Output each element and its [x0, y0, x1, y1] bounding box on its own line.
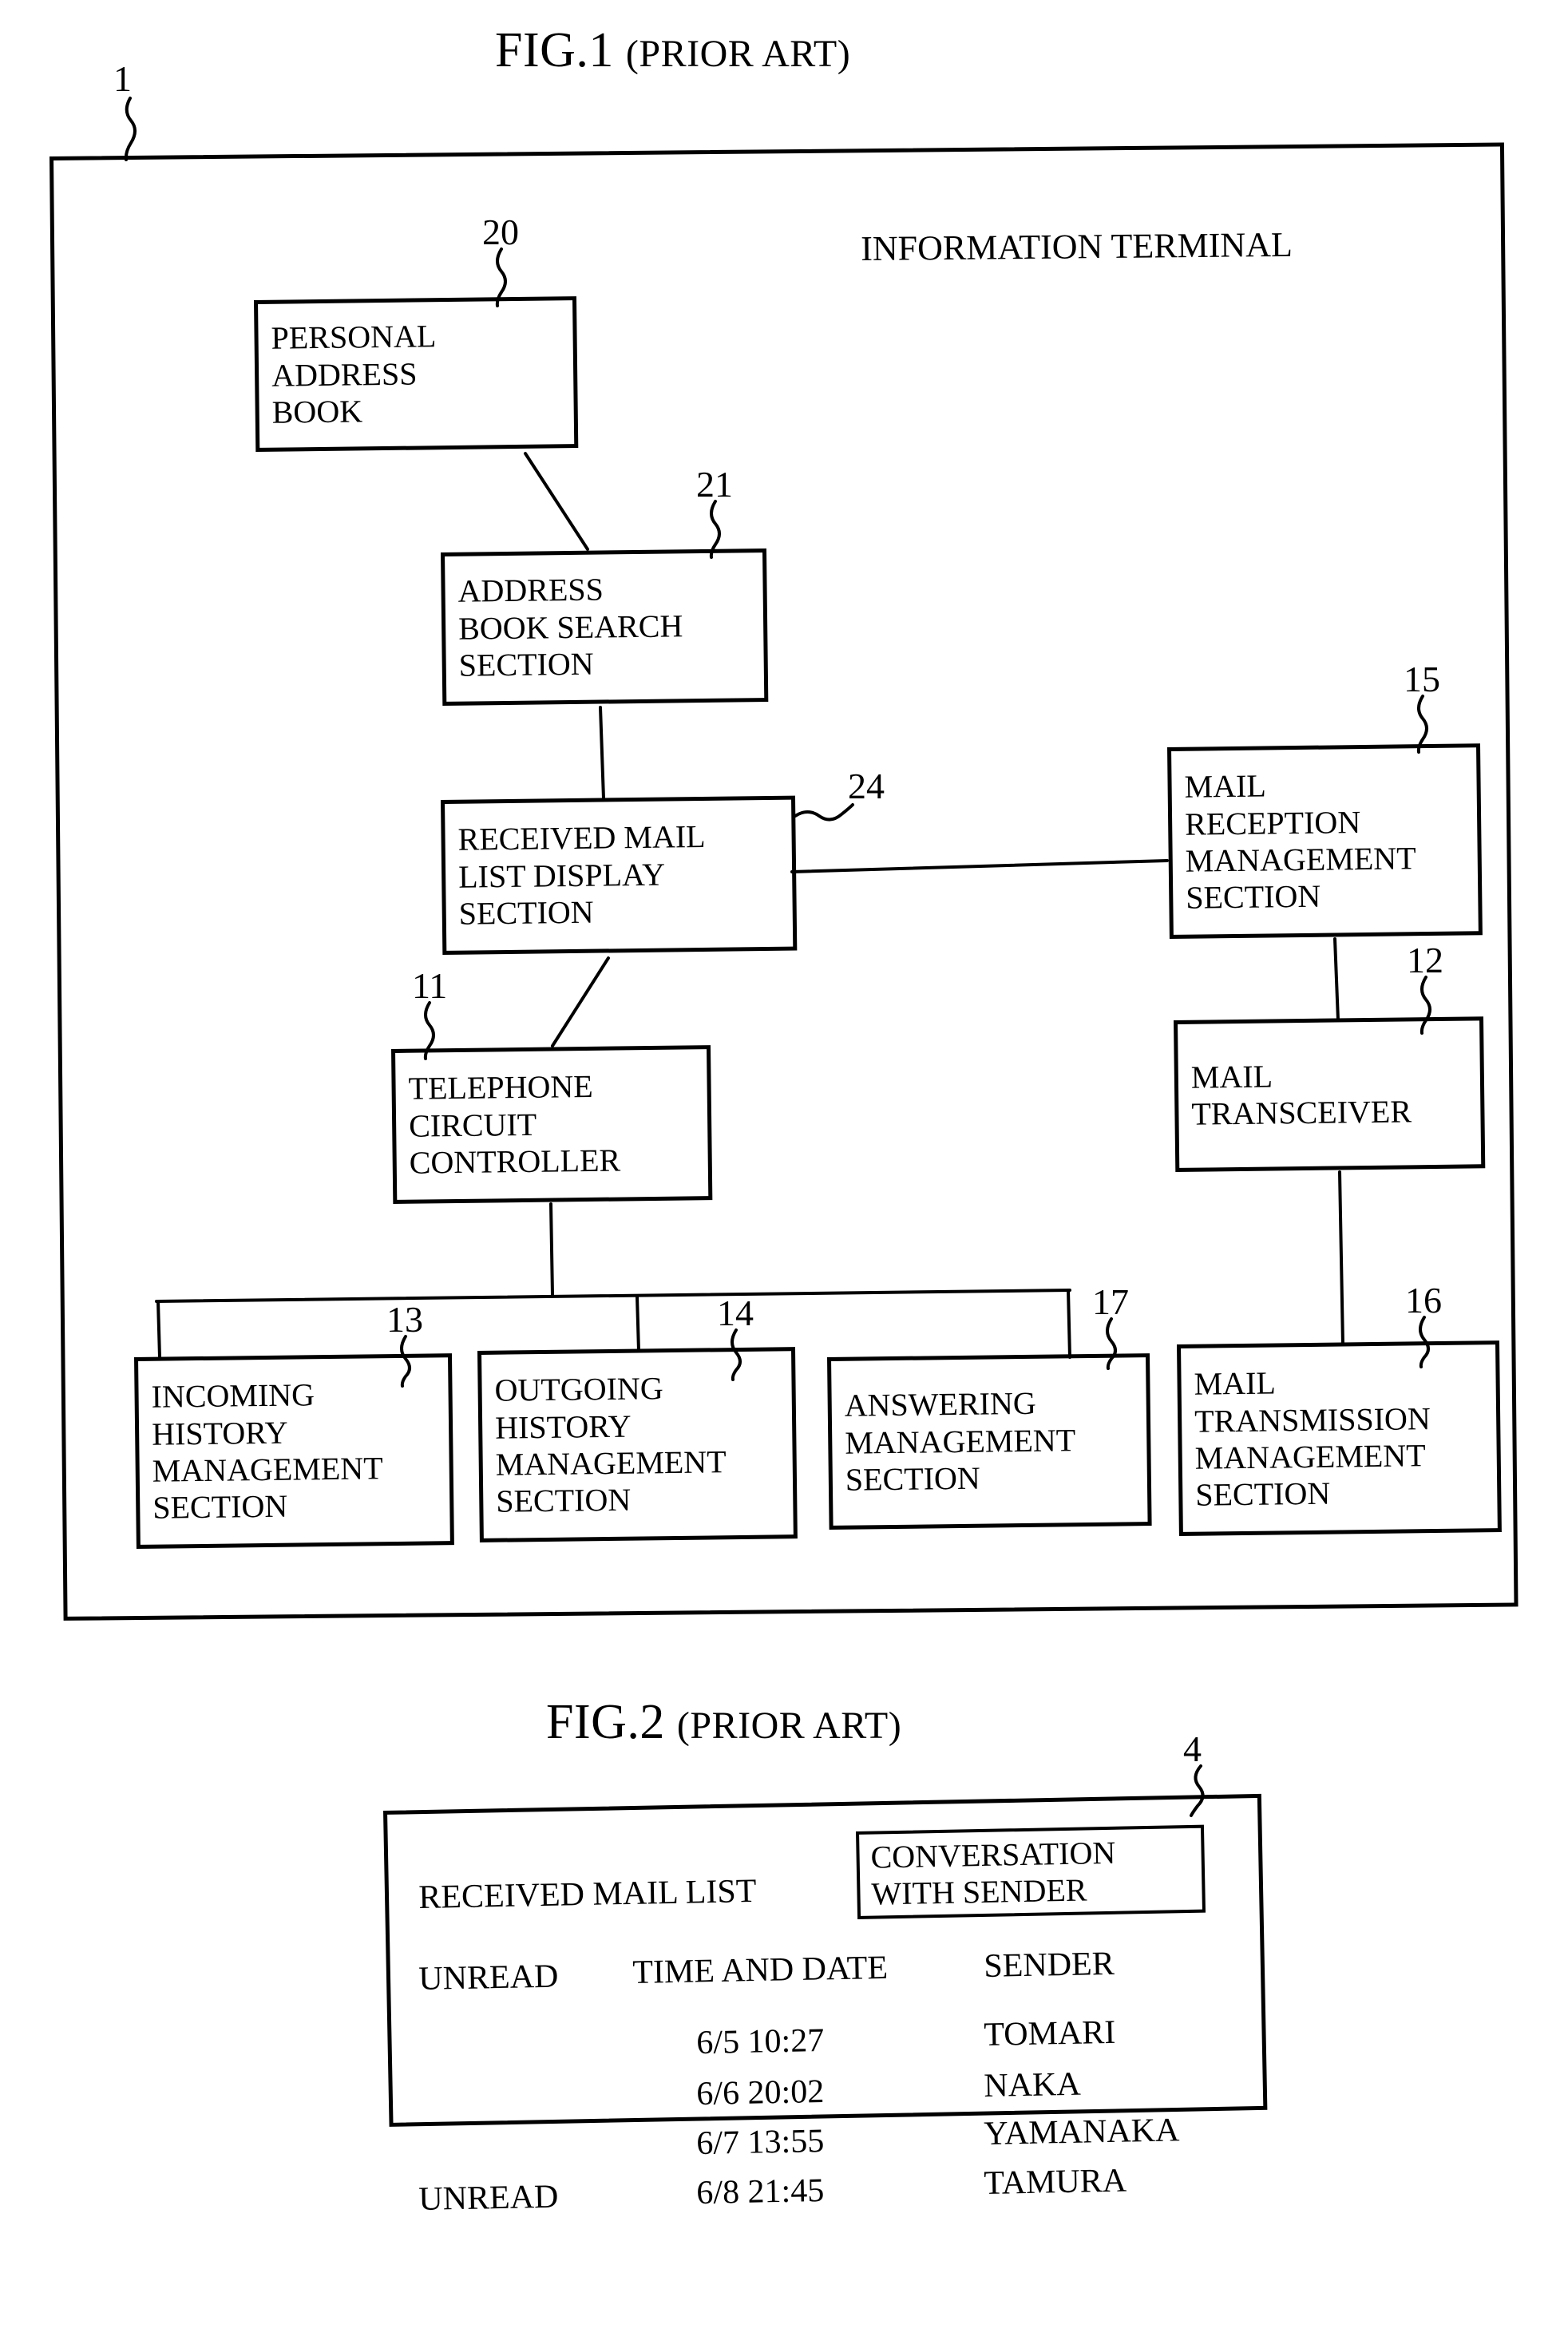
reference-numeral-21: 21 [696, 464, 733, 505]
figure1-title: FIG.1 (PRIOR ART) [495, 26, 850, 75]
block-mail-transceiver: MAIL TRANSCEIVER [1174, 1016, 1486, 1172]
reference-numeral-20: 20 [482, 212, 519, 252]
block-answering-management-section: ANSWERING MANAGEMENT SECTION [827, 1353, 1152, 1530]
reference-numeral-16: 16 [1405, 1280, 1442, 1321]
conversation-with-sender-button[interactable]: CONVERSATION WITH SENDER [856, 1824, 1206, 1919]
block-mail-transceiver-label: MAIL TRANSCEIVER [1190, 1058, 1412, 1132]
figure2-title-suffix: (PRIOR ART) [676, 1705, 902, 1747]
block-telephone-circuit-controller-label: TELEPHONE CIRCUIT CONTROLLER [408, 1068, 621, 1181]
column-header-time-and-date: TIME AND DATE [632, 1949, 889, 1991]
received-mail-list-heading: RECEIVED MAIL LIST [418, 1872, 757, 1916]
figure1-title-suffix: (PRIOR ART) [625, 33, 851, 75]
block-received-mail-list-display-section-label: RECEIVED MAIL LIST DISPLAY SECTION [457, 818, 706, 932]
block-telephone-circuit-controller: TELEPHONE CIRCUIT CONTROLLER [391, 1045, 713, 1204]
conversation-with-sender-button-label: CONVERSATION WITH SENDER [870, 1834, 1116, 1912]
figure1-title-number: FIG.1 [495, 23, 614, 77]
block-mail-transmission-management-section: MAIL TRANSMISSION MANAGEMENT SECTION [1177, 1340, 1502, 1536]
reference-numeral-4: 4 [1183, 1728, 1202, 1769]
mail-row-unread-4: UNREAD [418, 2178, 559, 2218]
reference-numeral-17: 17 [1092, 1281, 1129, 1322]
mail-row-time-3[interactable]: 6/7 13:55 [696, 2123, 825, 2162]
reference-numeral-13: 13 [386, 1299, 423, 1340]
figure2-title-number: FIG.2 [546, 1695, 665, 1749]
column-header-unread: UNREAD [418, 1958, 559, 1998]
block-personal-address-book-label: PERSONAL ADDRESS BOOK [271, 318, 437, 430]
block-outgoing-history-management-section-label: OUTGOING HISTORY MANAGEMENT SECTION [494, 1370, 727, 1520]
mail-row-time-4[interactable]: 6/8 21:45 [696, 2172, 825, 2211]
block-answering-management-section-label: ANSWERING MANAGEMENT SECTION [844, 1385, 1076, 1498]
block-outgoing-history-management-section: OUTGOING HISTORY MANAGEMENT SECTION [477, 1347, 798, 1542]
column-header-sender: SENDER [983, 1945, 1115, 1985]
block-mail-transmission-management-section-label: MAIL TRANSMISSION MANAGEMENT SECTION [1194, 1364, 1431, 1514]
mail-row-time-2[interactable]: 6/6 20:02 [696, 2073, 825, 2112]
mail-row-time-1[interactable]: 6/5 10:27 [696, 2022, 825, 2061]
block-address-book-search-section-label: ADDRESS BOOK SEARCH SECTION [457, 571, 683, 683]
block-received-mail-list-display-section: RECEIVED MAIL LIST DISPLAY SECTION [441, 795, 798, 955]
reference-numeral-12: 12 [1407, 940, 1443, 980]
information-terminal-label: INFORMATION TERMINAL [860, 224, 1293, 268]
reference-numeral-15: 15 [1404, 659, 1440, 699]
block-mail-reception-management-section-label: MAIL RECEPTION MANAGEMENT SECTION [1184, 767, 1416, 917]
block-address-book-search-section: ADDRESS BOOK SEARCH SECTION [441, 548, 769, 706]
mail-row-sender-1[interactable]: TOMARI [984, 2014, 1116, 2053]
block-incoming-history-management-section: INCOMING HISTORY MANAGEMENT SECTION [134, 1353, 454, 1549]
block-personal-address-book: PERSONAL ADDRESS BOOK [254, 296, 579, 452]
reference-numeral-24: 24 [848, 766, 885, 806]
mail-row-sender-4[interactable]: TAMURA [984, 2163, 1127, 2202]
reference-numeral-11: 11 [412, 965, 448, 1006]
reference-numeral-1: 1 [113, 58, 132, 99]
lead-line-1 [124, 97, 137, 161]
mail-row-sender-3[interactable]: YAMANAKA [984, 2112, 1180, 2152]
figure2-title: FIG.2 (PRIOR ART) [546, 1697, 901, 1747]
block-incoming-history-management-section-label: INCOMING HISTORY MANAGEMENT SECTION [151, 1376, 383, 1526]
mail-row-sender-2[interactable]: NAKA [984, 2066, 1081, 2105]
patent-drawing-sheet: FIG.1 (PRIOR ART) 1 INFORMATION TERMINAL… [0, 0, 1568, 2352]
reference-numeral-14: 14 [717, 1293, 754, 1333]
block-mail-reception-management-section: MAIL RECEPTION MANAGEMENT SECTION [1167, 743, 1483, 939]
